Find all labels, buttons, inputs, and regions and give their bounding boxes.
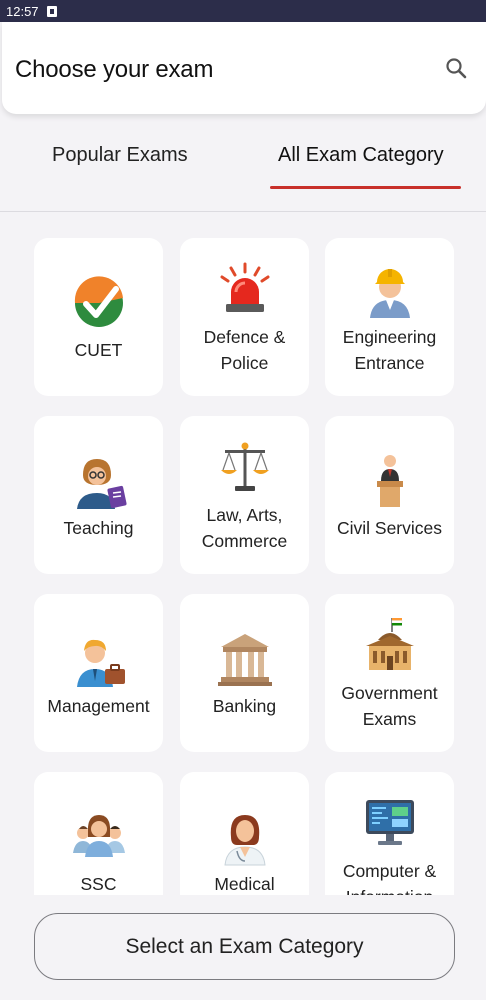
tab-all-exam-category[interactable]: All Exam Category xyxy=(278,144,444,190)
app-header: Choose your exam xyxy=(2,22,486,114)
category-label: Teaching xyxy=(63,518,134,538)
cuet-check-icon xyxy=(67,271,131,335)
category-card-civil-services[interactable]: Civil Services xyxy=(325,416,454,574)
page-title: Choose your exam xyxy=(15,56,214,83)
government-building-icon xyxy=(358,614,422,678)
category-label: CUET xyxy=(74,340,123,360)
category-card-government-exams[interactable]: Government Exams xyxy=(325,594,454,752)
category-label: Banking xyxy=(212,696,277,716)
tab-popular-exams[interactable]: Popular Exams xyxy=(52,144,188,190)
podium-icon xyxy=(358,449,422,513)
category-card-medical[interactable]: Medical xyxy=(180,772,309,895)
category-card-management[interactable]: Management xyxy=(34,594,163,752)
manager-icon xyxy=(67,627,131,691)
siren-icon xyxy=(213,258,277,322)
category-label: Management xyxy=(47,696,150,716)
exam-tabs: Popular Exams All Exam Category xyxy=(0,114,486,212)
category-card-engineering-entrance[interactable]: Engineering Entrance xyxy=(325,238,454,396)
category-label: Government Exams xyxy=(341,683,438,729)
active-tab-indicator xyxy=(270,186,461,189)
search-button[interactable] xyxy=(442,54,470,82)
group-icon xyxy=(67,805,131,869)
computer-icon xyxy=(358,792,422,856)
category-label: Computer & Information xyxy=(342,861,437,895)
category-card-ssc[interactable]: SSC xyxy=(34,772,163,895)
category-label: Law, Arts, Commerce xyxy=(201,505,288,551)
category-label: SSC xyxy=(80,874,117,894)
category-card-computer-information[interactable]: Computer & Information xyxy=(325,772,454,895)
category-label: Medical xyxy=(214,874,275,894)
category-grid: CUET Defence & Police Engineering Entran… xyxy=(0,213,486,895)
status-time: 12:57 xyxy=(6,3,39,19)
category-card-defence-police[interactable]: Defence & Police xyxy=(180,238,309,396)
category-card-cuet[interactable]: CUET xyxy=(34,238,163,396)
scales-icon xyxy=(213,436,277,500)
category-label: Defence & Police xyxy=(203,327,286,373)
status-bar: 12:57 xyxy=(0,0,486,22)
category-label: Engineering Entrance xyxy=(342,327,437,373)
select-exam-category-button[interactable]: Select an Exam Category xyxy=(34,913,455,980)
teacher-icon xyxy=(67,449,131,513)
engineer-icon xyxy=(358,258,422,322)
bank-icon xyxy=(213,627,277,691)
notification-icon xyxy=(46,5,57,17)
category-card-teaching[interactable]: Teaching xyxy=(34,416,163,574)
doctor-icon xyxy=(213,805,277,869)
category-label: Civil Services xyxy=(336,518,443,538)
search-icon xyxy=(446,58,467,79)
category-card-banking[interactable]: Banking xyxy=(180,594,309,752)
category-card-law-arts-commerce[interactable]: Law, Arts, Commerce xyxy=(180,416,309,574)
